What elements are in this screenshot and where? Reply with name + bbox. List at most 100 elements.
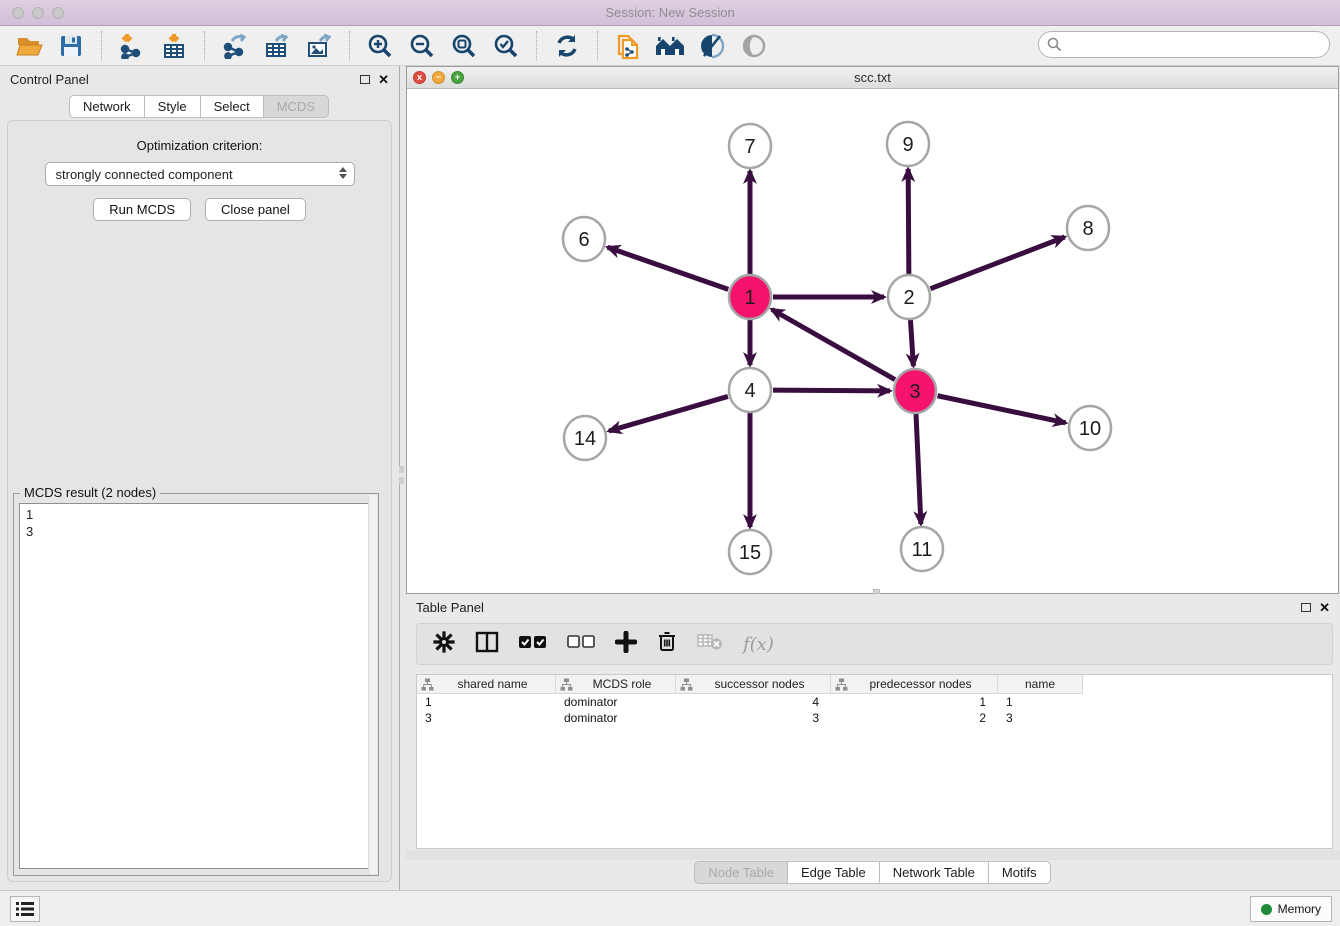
home-icon[interactable] <box>655 31 685 61</box>
node-4[interactable]: 4 <box>729 368 771 412</box>
network-graph[interactable]: 7 9 6 8 1 2 4 3 14 10 15 11 <box>407 89 1338 593</box>
main-toolbar <box>0 26 1340 66</box>
save-session-icon[interactable] <box>56 31 86 61</box>
export-table-icon[interactable] <box>262 31 292 61</box>
split-panel-icon[interactable] <box>475 631 499 658</box>
column-hierarchy-icon <box>560 678 573 691</box>
zoom-out-icon[interactable] <box>407 31 437 61</box>
eye-icon[interactable] <box>739 31 769 61</box>
mcds-result-text[interactable]: 1 3 <box>19 503 373 869</box>
edge-2-8[interactable] <box>930 237 1064 289</box>
clone-network-icon[interactable] <box>613 31 643 61</box>
tab-network-table[interactable]: Network Table <box>879 861 989 884</box>
table-header-row: shared name MCDS rolesuccessor nodesprede… <box>417 675 1332 694</box>
edge-3-1[interactable] <box>772 309 895 379</box>
node-2[interactable]: 2 <box>888 275 930 319</box>
edge-4-3[interactable] <box>773 390 890 391</box>
edge-4-14[interactable] <box>609 396 728 431</box>
table-cell: dominator <box>556 694 676 710</box>
svg-text:15: 15 <box>739 542 761 564</box>
table-body: 1dominator4113dominator323 <box>417 694 1332 726</box>
deselect-all-icon[interactable] <box>567 635 595 654</box>
traffic-lights[interactable] <box>12 7 64 19</box>
frame-maximize-icon[interactable]: + <box>451 71 464 84</box>
frame-resize-grip[interactable] <box>873 589 880 594</box>
node-15[interactable]: 15 <box>729 530 771 574</box>
table-row[interactable]: 1dominator411 <box>417 694 1332 710</box>
node-11[interactable]: 11 <box>901 527 943 571</box>
export-network-icon[interactable] <box>220 31 250 61</box>
memory-button[interactable]: Memory <box>1250 896 1332 922</box>
column-header-label: shared name <box>434 677 551 691</box>
delete-table-icon[interactable] <box>697 633 723 656</box>
toggle-graphics-details-icon[interactable] <box>697 31 727 61</box>
node-9[interactable]: 9 <box>887 122 929 166</box>
network-canvas[interactable]: 7 9 6 8 1 2 4 3 14 10 15 11 <box>407 89 1338 593</box>
column-header-MCDS-role[interactable]: MCDS role <box>556 675 676 694</box>
table-settings-icon[interactable] <box>433 631 455 658</box>
table-row[interactable]: 3dominator323 <box>417 710 1332 726</box>
column-header-successor-nodes[interactable]: successor nodes <box>676 675 831 694</box>
column-header-shared-name[interactable]: shared name <box>417 675 556 694</box>
close-panel-icon[interactable]: ✕ <box>378 73 389 86</box>
window-titlebar: Session: New Session <box>0 0 1340 26</box>
node-table[interactable]: shared name MCDS rolesuccessor nodesprede… <box>416 674 1333 849</box>
column-header-predecessor-nodes[interactable]: predecessor nodes <box>831 675 998 694</box>
open-session-icon[interactable] <box>14 31 44 61</box>
import-table-icon[interactable] <box>159 31 189 61</box>
memory-status-icon <box>1261 904 1272 915</box>
add-column-icon[interactable] <box>615 631 637 658</box>
zoom-in-icon[interactable] <box>365 31 395 61</box>
export-image-icon[interactable] <box>304 31 334 61</box>
tab-edge-table[interactable]: Edge Table <box>787 861 880 884</box>
tab-mcds[interactable]: MCDS <box>263 95 329 118</box>
task-history-button[interactable] <box>10 896 40 922</box>
close-window-icon[interactable] <box>12 7 24 19</box>
minimize-window-icon[interactable] <box>32 7 44 19</box>
tab-network[interactable]: Network <box>69 95 145 118</box>
node-10[interactable]: 10 <box>1069 406 1111 450</box>
control-panel-title: Control Panel <box>10 72 89 87</box>
panel-splitter[interactable] <box>399 466 404 484</box>
float-table-panel-icon[interactable] <box>1301 603 1311 612</box>
tab-motifs[interactable]: Motifs <box>988 861 1051 884</box>
function-builder-icon[interactable]: f(x) <box>743 634 774 655</box>
tab-select[interactable]: Select <box>200 95 264 118</box>
edge-3-10[interactable] <box>938 396 1066 423</box>
edge-2-9[interactable] <box>908 169 909 274</box>
criterion-select[interactable]: strongly connected component <box>45 162 355 186</box>
column-header-name[interactable]: name <box>998 675 1083 694</box>
frame-minimize-icon[interactable]: − <box>432 71 445 84</box>
node-14[interactable]: 14 <box>564 416 606 460</box>
search-input[interactable] <box>1062 37 1321 52</box>
mcds-panel: Optimization criterion: strongly connect… <box>7 120 392 882</box>
svg-text:6: 6 <box>578 229 589 251</box>
node-3[interactable]: 3 <box>894 369 936 413</box>
select-all-icon[interactable] <box>519 635 547 654</box>
close-panel-button[interactable]: Close panel <box>205 198 306 221</box>
node-8[interactable]: 8 <box>1067 206 1109 250</box>
edge-3-11[interactable] <box>916 414 921 524</box>
result-scrollbar[interactable] <box>368 495 377 874</box>
tab-style[interactable]: Style <box>144 95 201 118</box>
zoom-window-icon[interactable] <box>52 7 64 19</box>
edge-2-3[interactable] <box>910 320 913 366</box>
node-7[interactable]: 7 <box>729 124 771 168</box>
node-6[interactable]: 6 <box>563 217 605 261</box>
edge-1-6[interactable] <box>608 247 729 289</box>
delete-column-icon[interactable] <box>657 630 677 658</box>
node-1[interactable]: 1 <box>729 275 771 319</box>
network-window: x − + scc.txt 7968124314101511 <box>406 66 1339 594</box>
zoom-selected-icon[interactable] <box>491 31 521 61</box>
mcds-result-group: MCDS result (2 nodes) 1 3 <box>13 493 379 876</box>
search-box[interactable] <box>1038 31 1330 58</box>
frame-close-icon[interactable]: x <box>413 71 426 84</box>
float-panel-icon[interactable] <box>360 75 370 84</box>
run-mcds-button[interactable]: Run MCDS <box>93 198 191 221</box>
tab-node-table[interactable]: Node Table <box>694 861 788 884</box>
zoom-fit-icon[interactable] <box>449 31 479 61</box>
close-table-panel-icon[interactable]: ✕ <box>1319 601 1330 614</box>
refresh-network-icon[interactable] <box>552 31 582 61</box>
import-network-icon[interactable] <box>117 31 147 61</box>
table-cell: 1 <box>417 694 556 710</box>
